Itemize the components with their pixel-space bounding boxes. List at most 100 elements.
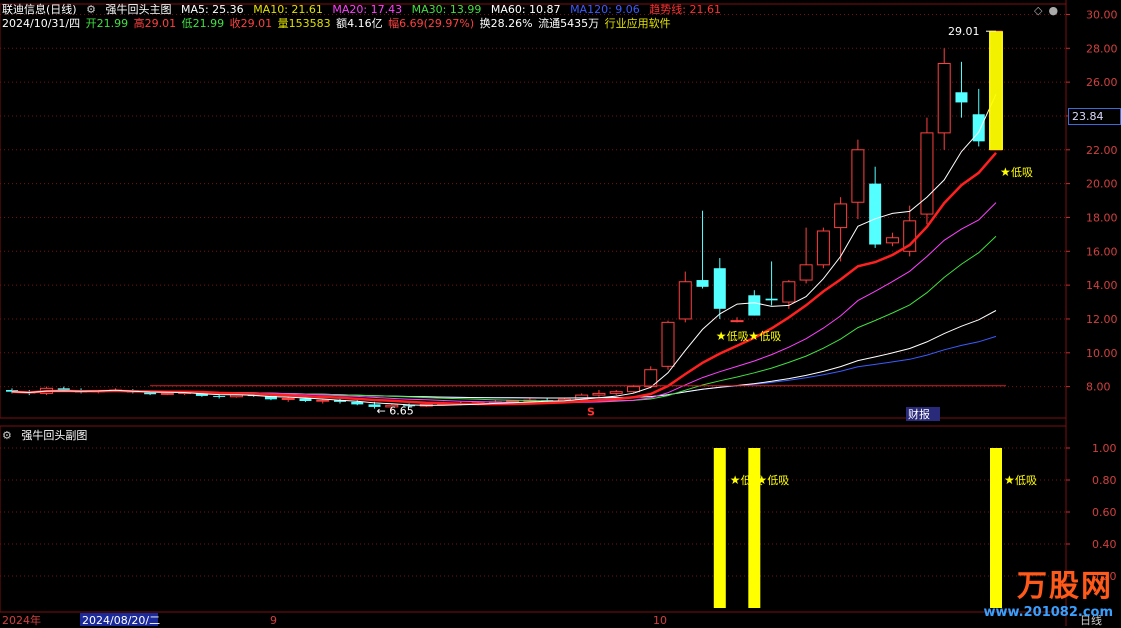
candle-body-up — [678, 281, 692, 320]
candle-body-down — [299, 398, 312, 402]
candle-body-up — [937, 63, 951, 134]
sub-panel-frame — [0, 425, 1067, 613]
candle-body-up — [609, 391, 623, 394]
ma5-line — [11, 94, 997, 406]
ma5-value: MA5: 25.36 — [180, 3, 244, 16]
high-annotation: 29.01 — [948, 25, 980, 38]
main-tick-label: 20.00 — [1086, 178, 1118, 191]
main-tick-label: 10.00 — [1086, 347, 1118, 360]
quote-low: 低21.99 — [181, 17, 225, 30]
watermark-url: www.201082.com — [983, 605, 1113, 620]
ma20-value: MA20: 17.43 — [332, 3, 403, 16]
quote-industry: 行业应用软件 — [604, 17, 671, 30]
x-label-month-9: 9 — [270, 614, 277, 626]
ma60-value: MA60: 10.87 — [490, 3, 561, 16]
sub-settings-icon[interactable]: ⚙ — [2, 429, 12, 442]
sub-tick-label: 0.60 — [1092, 506, 1117, 519]
ma120-value: MA120: 9.06 — [570, 3, 640, 16]
quote-open: 开21.99 — [85, 17, 129, 30]
candle-body-up — [661, 321, 675, 367]
candle-body-down — [955, 92, 968, 103]
candle-body-up — [816, 230, 830, 266]
sub-signal-star-icon: ★ — [1004, 473, 1015, 487]
quote-float: 流通5435万 — [538, 17, 600, 30]
signal-star-icon: ★ — [748, 329, 759, 343]
indicator-settings-icon[interactable]: ⚙ — [86, 3, 96, 16]
candle-body-up — [920, 132, 934, 215]
signal-label: 低吸 — [727, 330, 749, 343]
sub-tick-label: 0.40 — [1092, 538, 1117, 551]
quote-amount: 额4.16亿 — [336, 17, 383, 30]
main-tick-label: 16.00 — [1086, 245, 1118, 258]
quote-close: 收29.01 — [229, 17, 273, 30]
candle-body-down — [713, 268, 726, 309]
candle-body-up — [730, 320, 744, 323]
candle-body-down — [696, 280, 709, 287]
main-tick-label: 26.00 — [1086, 76, 1118, 89]
candle-body-up — [592, 392, 606, 396]
dot-icon[interactable]: ● — [1048, 4, 1058, 17]
ma60-line — [11, 310, 997, 399]
candle-body-up — [281, 397, 295, 400]
sub-signal-label: 低吸 — [1015, 474, 1037, 487]
main-indicator-name[interactable]: 强牛回头主图 — [105, 3, 171, 16]
sub-signal-label: 低吸 — [767, 474, 789, 487]
sub-tick-label: 0.80 — [1092, 474, 1117, 487]
main-tick-label: 8.00 — [1086, 381, 1111, 394]
candle-body-up — [851, 149, 865, 203]
sub-signal-star-icon: ★ — [756, 473, 767, 487]
main-tick-label: 18.00 — [1086, 211, 1118, 224]
current-price-box: 23.84 — [1068, 108, 1121, 125]
sub-tick-label: 1.00 — [1092, 442, 1117, 455]
x-label-date: 2024/08/20/二 — [82, 614, 160, 626]
x-label-month-10: 10 — [653, 614, 667, 626]
candle-body-up — [626, 386, 640, 393]
diamond-icon[interactable]: ◇ — [1034, 4, 1042, 17]
ma30-value: MA30: 13.99 — [411, 3, 482, 16]
main-tick-label: 14.00 — [1086, 279, 1118, 292]
candle-body-up — [834, 203, 848, 229]
main-tick-label: 30.00 — [1086, 8, 1118, 21]
ma10-value: MA10: 21.61 — [253, 3, 323, 16]
candle-body-down — [869, 183, 882, 245]
trend-value: 趋势线: 21.61 — [649, 3, 721, 16]
chart-canvas[interactable]: 30.0028.0026.0024.0022.0020.0018.0016.00… — [0, 0, 1121, 626]
quote-high: 高29.01 — [133, 17, 177, 30]
header-row-2: 2024/10/31/四 开21.99 高29.01 低21.99 收29.01… — [2, 17, 677, 30]
low-annotation: ← 6.65 — [377, 404, 414, 417]
signal-label: 低吸 — [759, 330, 781, 343]
candle-body-down — [351, 401, 364, 405]
last-bar-highlight — [989, 31, 1003, 150]
header-row-1: 联迪信息(日线) ⚙ 强牛回头主图 MA5: 25.36 MA10: 21.61… — [2, 3, 727, 16]
sub-signal-bar — [713, 448, 726, 608]
candle-body-down — [765, 298, 778, 301]
sub-signal-star-icon: ★ — [730, 473, 741, 487]
quote-volume: 量153583 — [277, 17, 331, 30]
candle-body-down — [213, 395, 226, 397]
stock-title[interactable]: 联迪信息(日线) — [2, 3, 77, 16]
quote-date: 2024/10/31/四 — [2, 17, 81, 30]
watermark: 万股网 www.201082.com — [983, 561, 1113, 620]
signal-star-icon: ★ — [716, 329, 727, 343]
signal-star-icon: ★ — [1000, 165, 1011, 179]
candle-body-up — [160, 392, 174, 395]
candle-body-up — [316, 399, 330, 402]
finance-marker: 财报 — [908, 407, 930, 421]
signal-label: 低吸 — [1011, 166, 1033, 179]
main-tick-label: 12.00 — [1086, 313, 1118, 326]
main-tick-label: 22.00 — [1086, 144, 1118, 157]
candle-body-down — [144, 392, 157, 395]
sub-signal-bar — [748, 448, 761, 608]
sub-header: ⚙ 强牛回头副图 — [2, 429, 93, 442]
candle-body-up — [885, 237, 899, 244]
quote-turnover: 换28.26% — [479, 17, 533, 30]
candle-body-up — [782, 281, 796, 303]
ma120-line — [11, 335, 997, 399]
trend-line — [11, 151, 997, 406]
watermark-brand: 万股网 — [1017, 569, 1113, 604]
sub-indicator-name[interactable]: 强牛回头副图 — [21, 429, 87, 442]
ma20-line — [11, 202, 997, 404]
panel-controls: ◇ ● — [1034, 4, 1064, 17]
main-panel-frame — [0, 3, 1067, 419]
s-marker: S — [587, 405, 595, 418]
